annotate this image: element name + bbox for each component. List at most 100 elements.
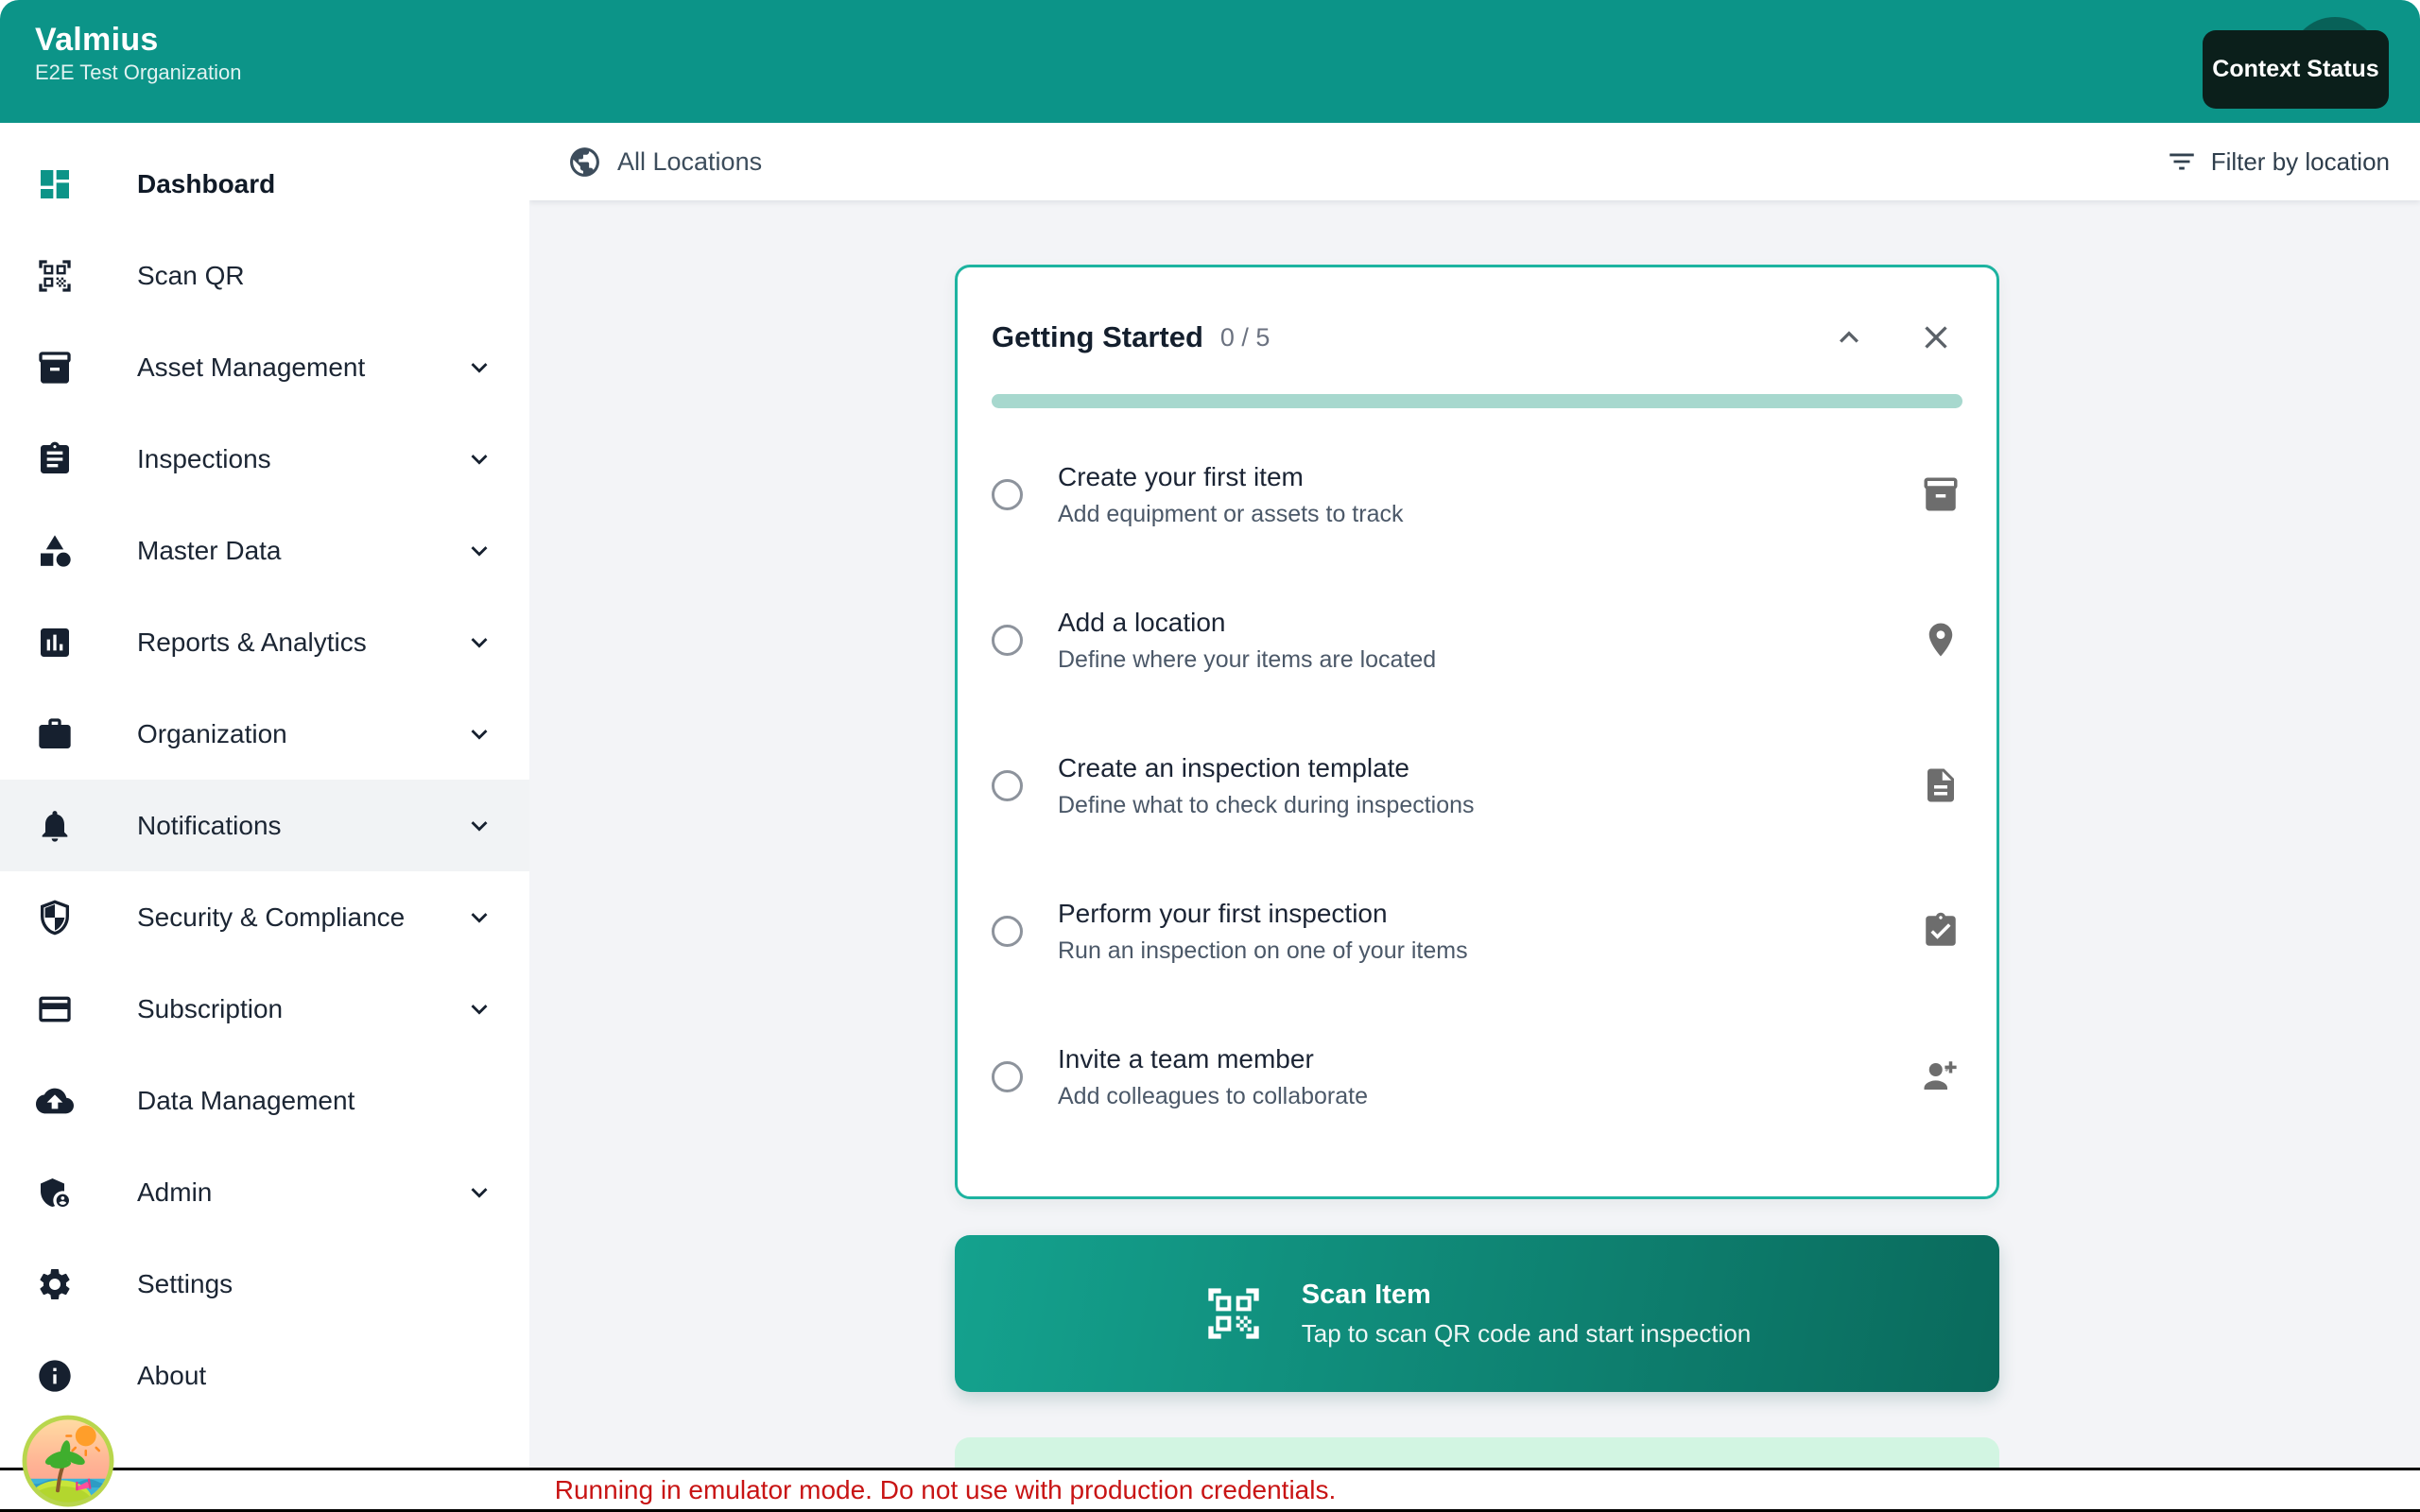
sidebar-item-label: Data Management	[137, 1086, 354, 1116]
checklist-item-title: Create your first item	[1058, 461, 1403, 492]
filter-by-location-button[interactable]: Filter by location	[2160, 145, 2395, 179]
sidebar-item-settings[interactable]: Settings	[0, 1238, 529, 1330]
sidebar-item-data-management[interactable]: Data Management	[0, 1055, 529, 1146]
close-icon	[1917, 318, 1955, 356]
progress-bar	[992, 394, 1962, 408]
checklist-item-add-location[interactable]: Add a location Define where your items a…	[992, 567, 1962, 713]
location-toolbar: All Locations Filter by location	[529, 123, 2420, 200]
island-app-icon[interactable]	[21, 1414, 115, 1508]
qr-scanner-icon	[1203, 1283, 1264, 1344]
chevron-down-icon	[463, 352, 495, 384]
checklist-item-subtitle: Add colleagues to collaborate	[1058, 1083, 1368, 1110]
chevron-down-icon	[463, 902, 495, 934]
info-icon	[36, 1357, 74, 1395]
sidebar-item-label: Dashboard	[137, 169, 275, 199]
org-title: Valmius	[35, 21, 242, 59]
dashboard-icon	[36, 165, 74, 203]
chevron-up-icon	[1830, 318, 1868, 356]
checklist-item-title: Invite a team member	[1058, 1043, 1368, 1074]
sidebar-item-reports-analytics[interactable]: Reports & Analytics	[0, 596, 529, 688]
sidebar-item-subscription[interactable]: Subscription	[0, 963, 529, 1055]
sidebar-item-label: Security & Compliance	[137, 902, 405, 933]
checklist-item-text: Create an inspection template Define wha…	[1058, 752, 1475, 819]
person-add-icon	[1921, 1057, 1961, 1096]
checkbox-circle[interactable]	[992, 625, 1023, 656]
location-selector[interactable]: All Locations	[617, 147, 762, 177]
filter-by-location-label: Filter by location	[2211, 147, 2390, 177]
sidebar-item-label: Inspections	[137, 444, 271, 474]
org-identity: Valmius E2E Test Organization	[35, 21, 242, 87]
sidebar-item-about[interactable]: About	[0, 1330, 529, 1421]
cloud-upload-icon	[36, 1082, 74, 1120]
checklist-item-title: Create an inspection template	[1058, 752, 1475, 783]
checkbox-circle[interactable]	[992, 770, 1023, 801]
clipboard-list-icon	[36, 440, 74, 478]
sidebar: Dashboard Scan QR Asset Management Inspe…	[0, 123, 529, 1512]
sidebar-item-label: Scan QR	[137, 261, 245, 291]
sidebar-item-label: Organization	[137, 719, 287, 749]
credit-card-icon	[36, 990, 74, 1028]
sidebar-item-inspections[interactable]: Inspections	[0, 413, 529, 505]
gear-icon	[36, 1265, 74, 1303]
close-button[interactable]	[1917, 318, 1955, 356]
scan-item-subtitle: Tap to scan QR code and start inspection	[1302, 1319, 1752, 1348]
checkbox-circle[interactable]	[992, 916, 1023, 947]
chevron-down-icon	[463, 1177, 495, 1209]
shield-half-icon	[36, 899, 74, 936]
chevron-down-icon	[463, 443, 495, 475]
sidebar-item-dashboard[interactable]: Dashboard	[0, 138, 529, 230]
checklist-item-create-first-item[interactable]: Create your first item Add equipment or …	[992, 421, 1962, 567]
chevron-down-icon	[463, 718, 495, 750]
checklist-item-text: Invite a team member Add colleagues to c…	[1058, 1043, 1368, 1110]
checkbox-circle[interactable]	[992, 479, 1023, 510]
checklist-item-subtitle: Define what to check during inspections	[1058, 792, 1475, 819]
sidebar-item-label: Asset Management	[137, 352, 365, 383]
sidebar-item-label: Admin	[137, 1177, 212, 1208]
main-content: Getting Started 0 / 5	[529, 200, 2420, 1512]
sidebar-item-organization[interactable]: Organization	[0, 688, 529, 780]
org-subtitle: E2E Test Organization	[35, 59, 242, 87]
getting-started-title: Getting Started	[992, 320, 1203, 354]
sidebar-item-security-compliance[interactable]: Security & Compliance	[0, 871, 529, 963]
shield-person-icon	[36, 1174, 74, 1211]
sidebar-item-scan-qr[interactable]: Scan QR	[0, 230, 529, 321]
context-status-button[interactable]: Context Status	[2203, 30, 2389, 109]
sidebar-item-admin[interactable]: Admin	[0, 1146, 529, 1238]
shapes-icon	[36, 532, 74, 570]
checkbox-circle[interactable]	[992, 1061, 1023, 1092]
emulator-warning-text: Running in emulator mode. Do not use wit…	[555, 1475, 1336, 1505]
filter-icon	[2166, 146, 2198, 178]
emulator-warning-banner: Running in emulator mode. Do not use wit…	[0, 1468, 2420, 1512]
getting-started-card: Getting Started 0 / 5	[955, 265, 1999, 1199]
scan-item-title: Scan Item	[1302, 1280, 1752, 1311]
scan-item-text: Scan Item Tap to scan QR code and start …	[1302, 1280, 1752, 1348]
sidebar-item-asset-management[interactable]: Asset Management	[0, 321, 529, 413]
chevron-down-icon	[463, 535, 495, 567]
checklist-item-text: Create your first item Add equipment or …	[1058, 461, 1403, 528]
chevron-down-icon	[463, 810, 495, 842]
checklist-item-text: Perform your first inspection Run an ins…	[1058, 898, 1468, 965]
checklist-item-subtitle: Add equipment or assets to track	[1058, 501, 1403, 528]
getting-started-progress-count: 0 / 5	[1220, 323, 1270, 352]
scan-item-button[interactable]: Scan Item Tap to scan QR code and start …	[955, 1235, 1999, 1392]
sidebar-item-label: Settings	[137, 1269, 233, 1299]
checklist-item-create-template[interactable]: Create an inspection template Define wha…	[992, 713, 1962, 858]
checklist-item-subtitle: Run an inspection on one of your items	[1058, 937, 1468, 965]
sidebar-item-notifications[interactable]: Notifications	[0, 780, 529, 871]
getting-started-checklist: Create your first item Add equipment or …	[992, 421, 1962, 1149]
bar-chart-icon	[36, 624, 74, 662]
getting-started-header: Getting Started 0 / 5	[992, 318, 1962, 356]
content-column: Getting Started 0 / 5	[955, 265, 1999, 1512]
briefcase-icon	[36, 715, 74, 753]
globe-icon	[567, 145, 602, 180]
sidebar-item-master-data[interactable]: Master Data	[0, 505, 529, 596]
collapse-button[interactable]	[1830, 318, 1868, 356]
checklist-item-text: Add a location Define where your items a…	[1058, 607, 1436, 674]
chevron-down-icon	[463, 627, 495, 659]
chevron-down-icon	[463, 993, 495, 1025]
inventory-box-icon	[36, 349, 74, 387]
checklist-item-invite-member[interactable]: Invite a team member Add colleagues to c…	[992, 1004, 1962, 1149]
checklist-item-subtitle: Define where your items are located	[1058, 646, 1436, 674]
checklist-item-perform-inspection[interactable]: Perform your first inspection Run an ins…	[992, 858, 1962, 1004]
location-pin-icon	[1921, 620, 1961, 660]
